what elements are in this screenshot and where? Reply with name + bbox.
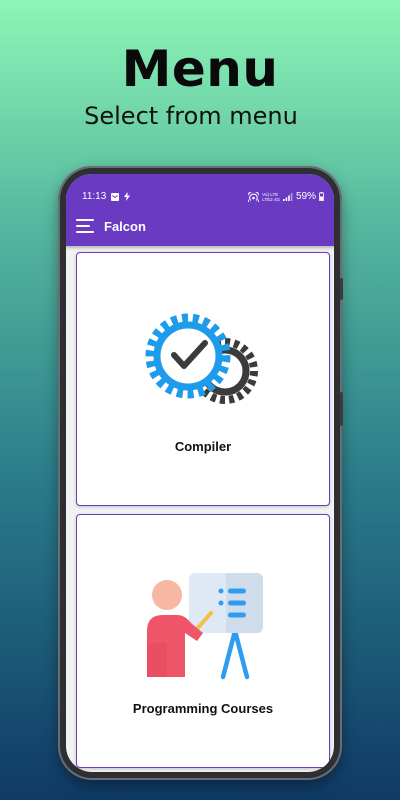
gears-check-icon (145, 313, 258, 404)
status-time: 11:13 (82, 191, 107, 202)
phone-screen: 11:13 Vo) LTE LTE2 4G 59% Falcon Compile… (66, 174, 334, 772)
phone-side-button (340, 278, 343, 300)
compiler-label: Compiler (174, 439, 232, 454)
signal-icon (282, 192, 293, 201)
app-bar: Falcon (66, 206, 334, 246)
programming-courses-label: Programming Courses (132, 701, 274, 716)
page-title: Menu (121, 40, 279, 98)
network-label: Vo) LTE LTE2 4G (262, 191, 280, 202)
page-subtitle: Select from menu (84, 102, 298, 130)
presentation-teacher-icon (147, 573, 263, 680)
phone-side-button (340, 392, 343, 426)
flash-icon (124, 192, 131, 201)
hamburger-menu-icon[interactable] (76, 219, 94, 233)
programming-courses-card[interactable]: Programming Courses (76, 514, 330, 768)
phone-frame: 11:13 Vo) LTE LTE2 4G 59% Falcon Compile… (58, 166, 342, 780)
hotspot-icon (248, 191, 260, 202)
app-title: Falcon (104, 218, 146, 234)
compiler-card[interactable]: Compiler (76, 252, 330, 506)
message-icon (111, 192, 120, 201)
battery-percent: 59% (295, 191, 316, 202)
status-bar: 11:13 Vo) LTE LTE2 4G 59% (66, 174, 334, 206)
battery-icon (319, 192, 324, 201)
